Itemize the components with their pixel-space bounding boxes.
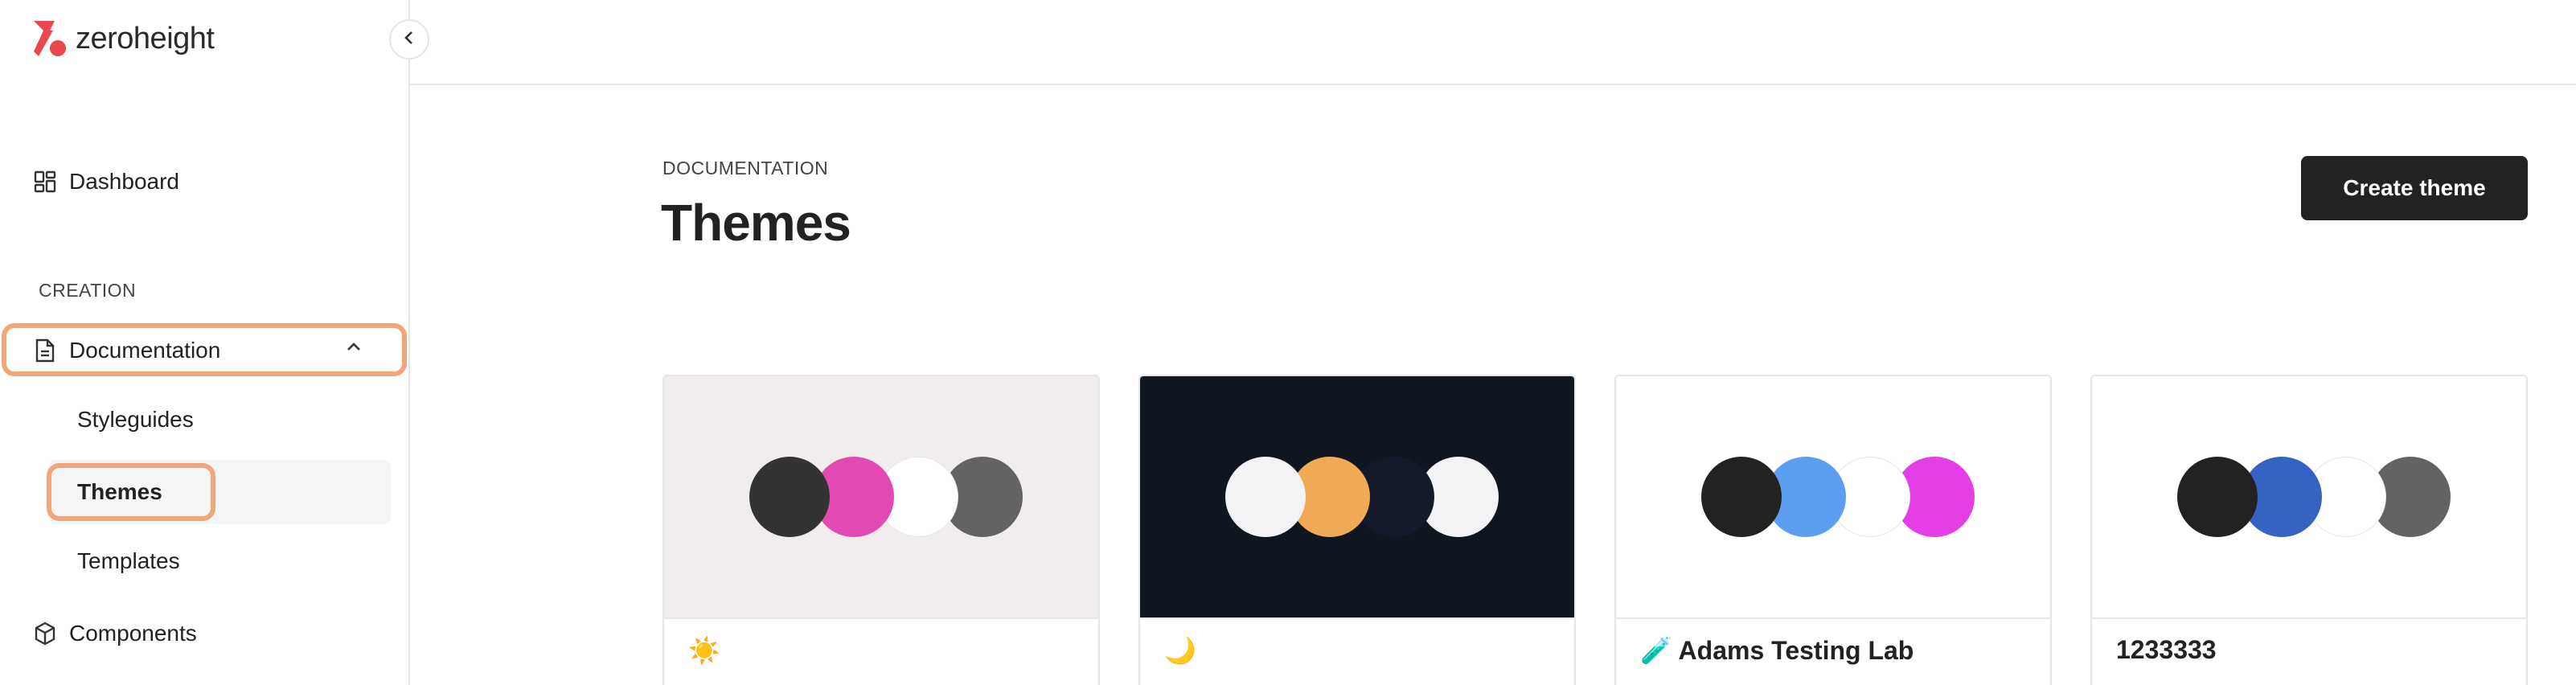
theme-preview — [1140, 376, 1574, 617]
breadcrumb: DOCUMENTATION — [662, 158, 829, 178]
theme-card-footer: 1233333 — [2092, 617, 2526, 685]
collapse-sidebar-button[interactable] — [389, 19, 429, 59]
documentation-highlight — [2, 323, 407, 376]
sidebar-item-label: Dashboard — [69, 169, 179, 194]
theme-preview — [1616, 376, 2050, 617]
logo[interactable]: zeroheight — [32, 19, 215, 58]
color-swatch — [2177, 457, 2258, 537]
create-theme-button[interactable]: Create theme — [2301, 156, 2528, 220]
theme-name: 1233333 — [2116, 635, 2217, 664]
theme-card-footer: 🌙 — [1140, 617, 1574, 685]
color-swatch — [749, 457, 830, 537]
dashboard-icon — [32, 169, 58, 195]
theme-name: ☀️ — [688, 636, 720, 665]
theme-card[interactable]: 🌙 — [1138, 375, 1576, 685]
color-swatches — [664, 376, 1098, 617]
theme-card[interactable]: 🧪 Adams Testing Lab — [1614, 375, 2052, 685]
app-root: zeroheight Dashboard CREATION Documentat… — [0, 0, 2576, 685]
color-swatches — [2092, 376, 2526, 617]
sidebar-subitem-styleguides[interactable]: Styleguides — [77, 397, 194, 442]
theme-card[interactable]: ☀️ — [662, 375, 1100, 685]
color-swatch — [1701, 457, 1782, 537]
color-swatches — [1616, 376, 2050, 617]
theme-card-footer: 🧪 Adams Testing Lab — [1616, 617, 2050, 685]
cube-icon — [32, 621, 58, 646]
zeroheight-logo-icon — [32, 19, 69, 58]
theme-card[interactable]: 1233333 — [2090, 375, 2528, 685]
theme-name: 🧪 Adams Testing Lab — [1640, 636, 1914, 665]
logo-text: zeroheight — [76, 21, 215, 55]
theme-preview — [2092, 376, 2526, 617]
sidebar-subitem-templates[interactable]: Templates — [77, 539, 180, 584]
theme-preview — [664, 376, 1098, 617]
themes-highlight — [47, 463, 215, 521]
theme-name: 🌙 — [1164, 636, 1196, 665]
sidebar: zeroheight Dashboard CREATION Documentat… — [0, 0, 410, 685]
top-bar — [410, 0, 2576, 85]
color-swatch — [1225, 457, 1306, 537]
chevron-left-icon — [401, 30, 417, 50]
section-label-creation: CREATION — [39, 280, 137, 301]
sidebar-item-dashboard[interactable]: Dashboard — [32, 158, 179, 206]
color-swatches — [1140, 376, 1574, 617]
sidebar-item-components[interactable]: Components — [32, 609, 197, 658]
theme-card-footer: ☀️ — [664, 617, 1098, 685]
page-title: Themes — [661, 194, 851, 252]
sidebar-item-label: Components — [69, 621, 197, 646]
